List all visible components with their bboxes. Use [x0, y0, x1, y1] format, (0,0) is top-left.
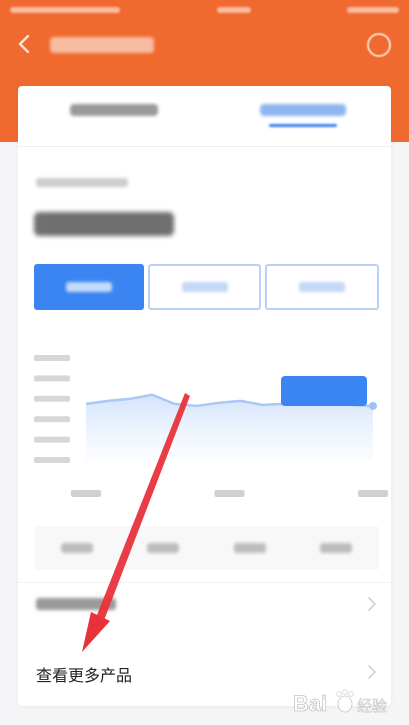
- y-tick-label: [34, 436, 70, 443]
- range-option[interactable]: [319, 543, 352, 553]
- range-selector: [34, 526, 379, 570]
- nav-bar: [0, 20, 409, 72]
- card-tabs: [18, 86, 391, 146]
- period-tab-3[interactable]: [265, 264, 380, 310]
- list-item-label: [36, 598, 116, 610]
- range-option[interactable]: [233, 543, 266, 553]
- x-tick-label: [358, 490, 388, 497]
- x-tick-label: [71, 490, 101, 497]
- y-tick-label: [34, 395, 70, 402]
- product-subtitle: [36, 178, 128, 187]
- watermark-subtext: 经验: [357, 697, 387, 715]
- y-tick-label: [34, 416, 70, 423]
- tab-active[interactable]: [260, 100, 346, 130]
- status-bar-time: [216, 7, 251, 13]
- period-tab-2[interactable]: [147, 264, 262, 310]
- status-bar-battery: [347, 7, 399, 13]
- x-tick-label: [214, 490, 245, 497]
- chevron-right-icon: [368, 665, 377, 679]
- range-option[interactable]: [147, 543, 180, 553]
- yield-chart-svg: [34, 355, 388, 497]
- tab-label: [70, 104, 158, 116]
- list-item[interactable]: [18, 586, 391, 622]
- product-card: 查看更多产品: [18, 86, 391, 706]
- tab-label: [260, 104, 346, 116]
- status-bar: [0, 0, 409, 20]
- tab-details[interactable]: [70, 100, 158, 130]
- divider: [18, 582, 391, 583]
- product-name: [34, 212, 174, 236]
- watermark: Bai 经验: [291, 685, 403, 721]
- chevron-right-icon: [368, 597, 377, 611]
- chart-tooltip: [281, 376, 367, 406]
- period-tab-label: [299, 282, 346, 292]
- more-products-label: 查看更多产品: [36, 666, 133, 685]
- divider: [18, 146, 391, 147]
- yield-chart: [18, 348, 391, 518]
- series-end-point: [369, 401, 377, 410]
- baidu-jingyan-logo: Bai 经验: [293, 689, 387, 716]
- range-option[interactable]: [61, 543, 94, 553]
- info-circle-icon[interactable]: [367, 33, 391, 57]
- chevron-left-icon[interactable]: [14, 32, 34, 56]
- period-tab-1[interactable]: [34, 264, 144, 310]
- tab-active-underline: [268, 124, 338, 127]
- y-tick-label: [34, 375, 70, 382]
- y-tick-label: [34, 457, 70, 463]
- status-bar-carrier: [10, 7, 120, 13]
- y-tick-label: [34, 355, 70, 361]
- paw-icon: [336, 689, 354, 713]
- period-tabs: [34, 264, 380, 310]
- period-tab-label: [65, 282, 112, 292]
- page-title: [50, 37, 154, 53]
- period-tab-label: [181, 282, 228, 292]
- watermark-text: Bai: [293, 691, 327, 716]
